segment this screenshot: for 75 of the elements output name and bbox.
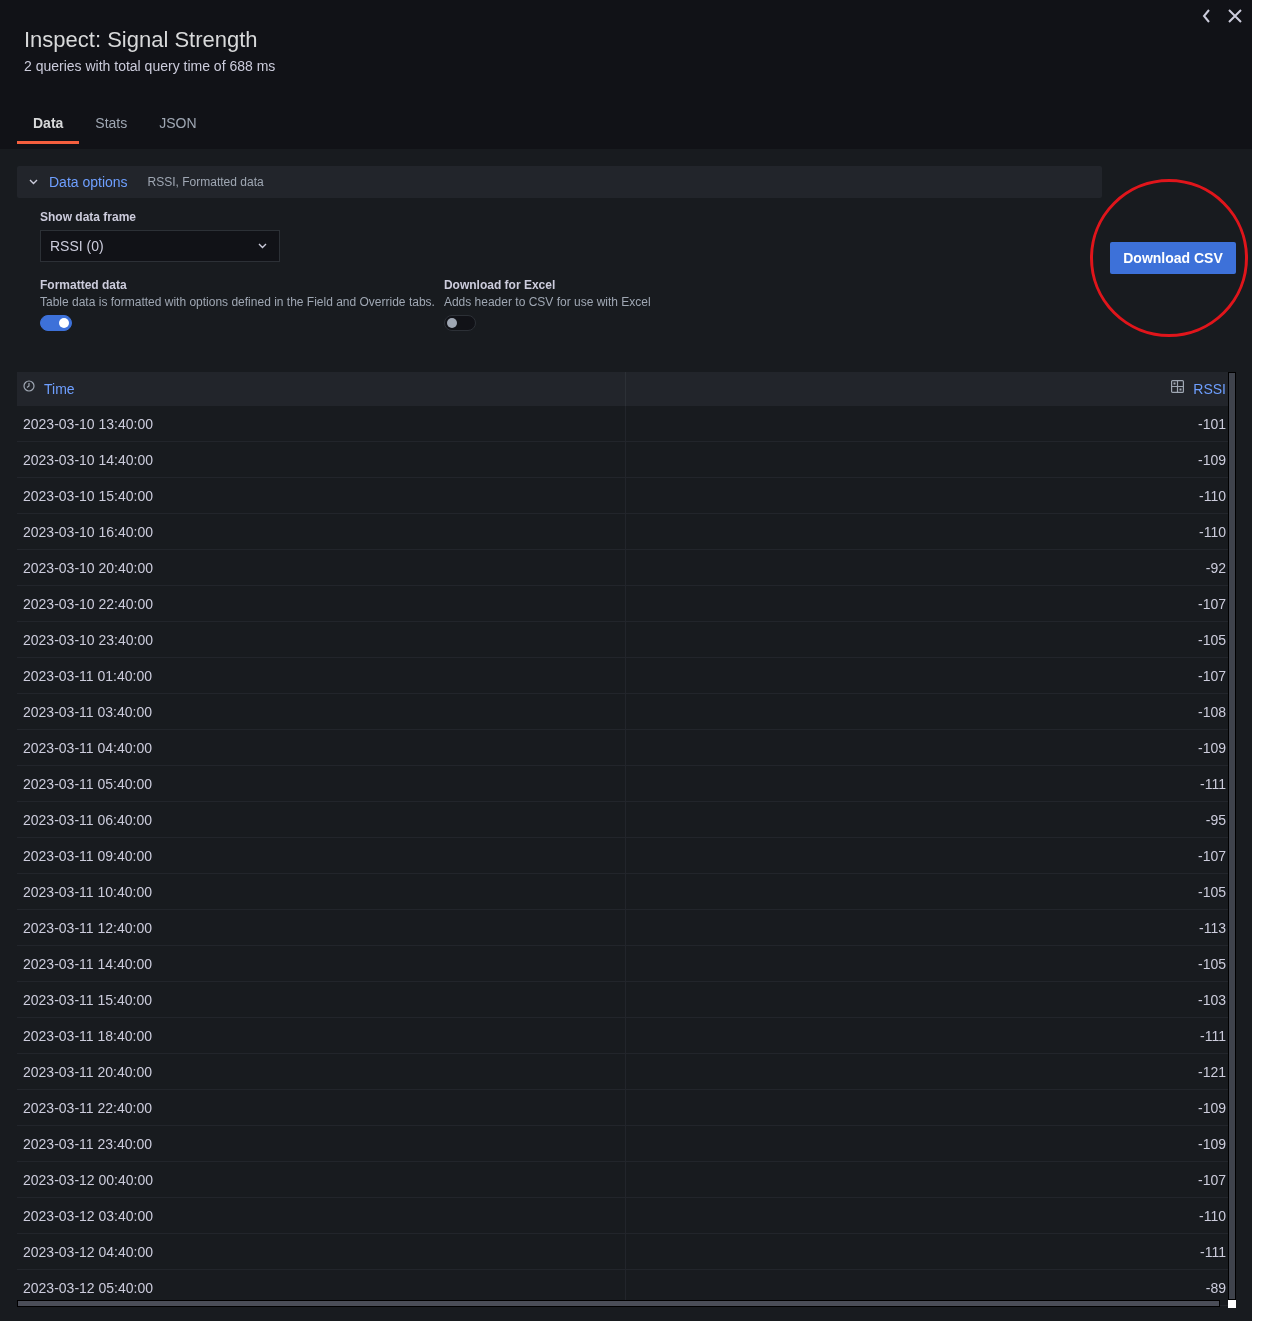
table-cell-text: -111 — [1199, 1242, 1227, 1262]
table-cell-text: -109 — [1196, 450, 1227, 470]
table-cell: 2023-03-10 13:40:00 — [17, 406, 626, 441]
table-cell-text: -111 — [1199, 774, 1227, 794]
table-cell-text: -108 — [1196, 702, 1227, 722]
close-icon[interactable] — [1228, 9, 1242, 23]
field-description: Table data is formatted with options defined in the Field and Override tabs. — [40, 294, 435, 310]
table-cell: 2023-03-11 22:40:00 — [17, 1090, 626, 1125]
toggle-switch[interactable] — [40, 315, 72, 331]
column-header[interactable]: Time — [17, 372, 626, 406]
tab[interactable]: JSON — [143, 106, 213, 144]
grid-icon — [1171, 379, 1185, 393]
table-cell-text: -121 — [1196, 1062, 1227, 1082]
table-cell: 2023-03-11 23:40:00 — [17, 1126, 626, 1161]
table-cell-text: -105 — [1196, 954, 1227, 974]
chevron-left-icon[interactable] — [1202, 9, 1212, 23]
inspect-title: Inspect: Signal Strength — [24, 26, 258, 54]
query-summary: 2 queries with total query time of 688 ms — [24, 57, 277, 75]
table-cell: 2023-03-12 03:40:00 — [17, 1198, 626, 1233]
table-cell-text: -109 — [1196, 1134, 1227, 1154]
horizontal-scrollbar[interactable] — [17, 1300, 1220, 1307]
table-cell-text: -109 — [1196, 1098, 1227, 1118]
table-cell-text: -95 — [1204, 810, 1227, 830]
table-cell: 2023-03-10 22:40:00 — [17, 586, 626, 621]
tab[interactable]: Stats — [79, 106, 144, 144]
table-cell-text: -111 — [1199, 1026, 1227, 1046]
table-cell: 2023-03-10 23:40:00 — [17, 622, 626, 657]
data-options-header[interactable]: Data options RSSI, Formatted data — [17, 166, 1102, 198]
table-cell: 2023-03-10 14:40:00 — [17, 442, 626, 477]
table-cell: 2023-03-10 16:40:00 — [17, 514, 626, 549]
chevron-down-icon — [258, 243, 267, 249]
field-label: Show data frame — [40, 210, 138, 224]
table-cell: 2023-03-11 12:40:00 — [17, 910, 626, 945]
field-label: Download for Excel — [443, 278, 557, 292]
table-cell: 2023-03-11 01:40:00 — [17, 658, 626, 693]
table-cell-text: -109 — [1196, 738, 1227, 758]
table-cell-text: -113 — [1198, 918, 1227, 938]
table-cell-text: -105 — [1196, 630, 1227, 650]
toggle-switch[interactable] — [443, 315, 476, 331]
table-cell-text: -110 — [1198, 522, 1227, 542]
field-description: Adds header to CSV for use with Excel — [443, 294, 651, 310]
table-cell: 2023-03-11 03:40:00 — [17, 694, 626, 729]
vertical-scrollbar[interactable] — [1228, 372, 1236, 1300]
table-cell: 2023-03-11 04:40:00 — [17, 730, 626, 765]
table-cell-text: -107 — [1196, 594, 1227, 614]
table-cell-text: -103 — [1196, 990, 1227, 1010]
column-header[interactable]: RSSI — [626, 372, 1228, 406]
table-cell: 2023-03-10 20:40:00 — [17, 550, 626, 585]
download-csv-button[interactable]: Download CSV — [1110, 242, 1236, 274]
table-cell-text: -107 — [1196, 1170, 1227, 1190]
options-summary: RSSI, Formatted data — [147, 175, 264, 189]
table-cell-text: -110 — [1198, 1206, 1227, 1226]
table-cell: 2023-03-11 18:40:00 — [17, 1018, 626, 1053]
table-cell: 2023-03-11 06:40:00 — [17, 802, 626, 837]
tab[interactable]: Data — [17, 106, 80, 144]
data-frame-select[interactable]: RSSI (0) — [40, 230, 280, 262]
scrollbar-corner — [1228, 1300, 1236, 1308]
table-cell: 2023-03-11 10:40:00 — [17, 874, 626, 909]
clock-icon — [23, 380, 35, 392]
table-cell-text: -105 — [1196, 882, 1227, 902]
table-cell-text: -107 — [1196, 666, 1227, 686]
table-cell: 2023-03-12 04:40:00 — [17, 1234, 626, 1269]
table-cell: 2023-03-12 00:40:00 — [17, 1162, 626, 1197]
table-cell-text: -101 — [1196, 414, 1227, 434]
table-cell-text: -92 — [1204, 558, 1227, 578]
table-cell: 2023-03-11 20:40:00 — [17, 1054, 626, 1089]
field-label: Formatted data — [40, 278, 128, 292]
table-cell-text: -110 — [1198, 486, 1227, 506]
table-cell: 2023-03-10 15:40:00 — [17, 478, 626, 513]
table-cell: 2023-03-11 09:40:00 — [17, 838, 626, 873]
table-cell: 2023-03-11 14:40:00 — [17, 946, 626, 981]
table-cell-text: -89 — [1204, 1278, 1227, 1298]
table-cell: 2023-03-11 15:40:00 — [17, 982, 626, 1017]
table-cell: 2023-03-11 05:40:00 — [17, 766, 626, 801]
table-cell-text: -107 — [1196, 846, 1227, 866]
